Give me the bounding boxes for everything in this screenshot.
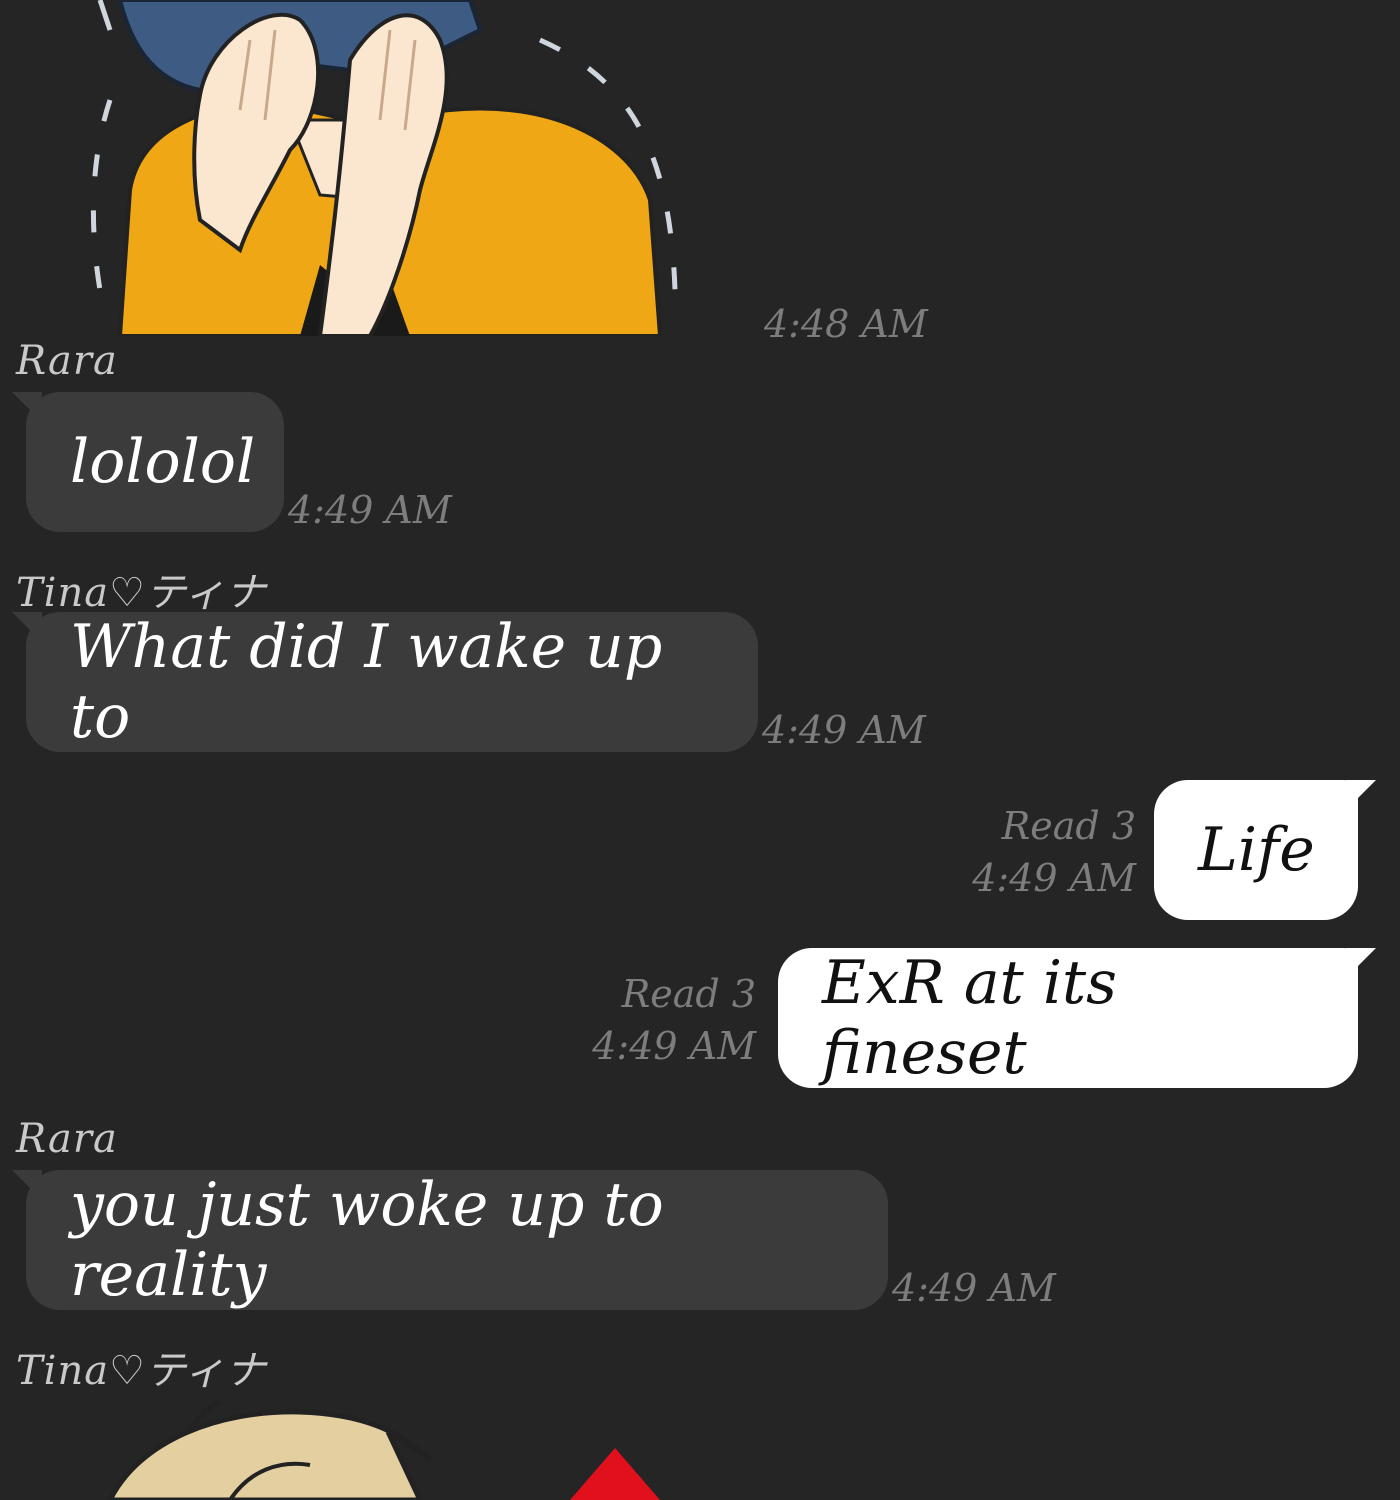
read-count: Read 3 <box>1001 804 1136 848</box>
timestamp: 4:49 AM <box>892 1266 1056 1310</box>
timestamp: 4:49 AM <box>762 708 926 752</box>
timestamp: 4:48 AM <box>764 302 928 346</box>
timestamp: 4:49 AM <box>592 1024 756 1068</box>
timestamp: 4:49 AM <box>972 856 1136 900</box>
message-bubble[interactable]: ExR at its fineset <box>778 948 1358 1088</box>
sender-name: Rara <box>16 1116 118 1162</box>
bubble-tail <box>1346 780 1376 810</box>
blond-character-sticker <box>107 1400 660 1500</box>
sticker-message[interactable] <box>90 0 690 338</box>
sender-name: Tina♡ティナ <box>16 1348 267 1394</box>
sender-name: Rara <box>16 338 118 384</box>
message-bubble[interactable]: What did I wake up to <box>26 612 758 752</box>
bubble-tail <box>1346 948 1376 978</box>
message-bubble[interactable]: you just woke up to reality <box>26 1170 888 1310</box>
message-bubble[interactable]: Life <box>1154 780 1358 920</box>
timestamp: 4:49 AM <box>288 488 452 532</box>
sender-name: Tina♡ティナ <box>16 570 267 616</box>
read-receipt: Read 3 4:49 AM <box>940 800 1136 904</box>
message-bubble[interactable]: lololol <box>26 392 284 532</box>
read-receipt: Read 3 4:49 AM <box>560 968 756 1072</box>
read-count: Read 3 <box>621 972 756 1016</box>
sticker-message[interactable] <box>100 1400 700 1500</box>
covering-face-sticker <box>90 0 678 338</box>
